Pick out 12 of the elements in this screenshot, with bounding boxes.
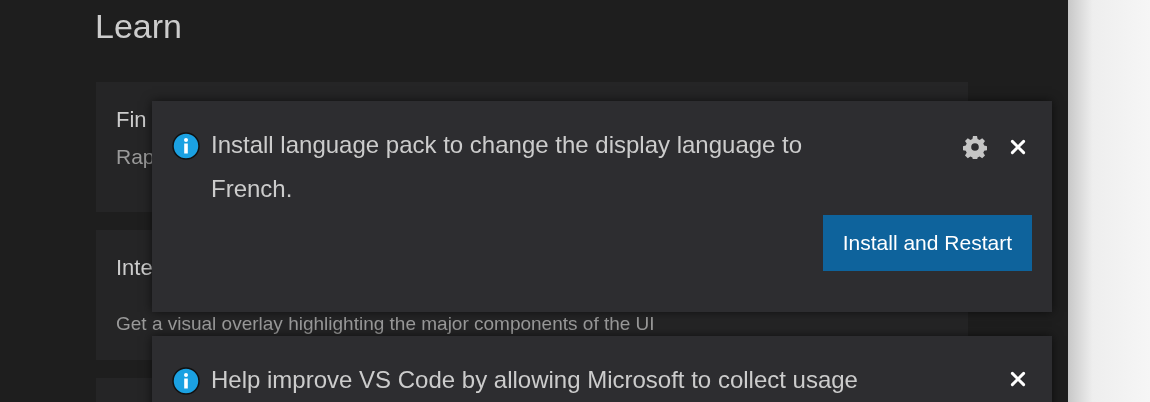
close-icon[interactable] [1009, 370, 1027, 388]
card-description: Get a visual overlay highlighting the major components of the UI [116, 314, 655, 334]
info-icon [172, 132, 200, 160]
info-icon [172, 367, 200, 395]
close-icon[interactable] [1009, 138, 1027, 156]
card-title[interactable]: Inte [116, 254, 153, 282]
install-button[interactable]: Install and Restart [822, 215, 1032, 271]
section-heading: Learn [95, 6, 183, 47]
settings-icon[interactable] [963, 135, 987, 159]
notification-message: Help improve VS Code by allowing Microsoft to collect usage [211, 365, 858, 395]
notification-message: Install language pack to change the display language to French. [211, 130, 804, 204]
card-title[interactable]: Fin [116, 106, 147, 134]
